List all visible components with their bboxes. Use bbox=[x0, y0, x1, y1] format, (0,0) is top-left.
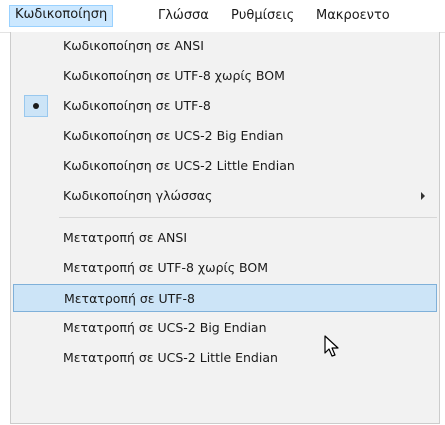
menu-settings[interactable]: Ρυθμίσεις bbox=[226, 6, 299, 26]
menu-item-label: Κωδικοποίηση σε UCS-2 Little Endian bbox=[63, 158, 295, 173]
encoding-dropdown-menu: Κωδικοποίηση σε ANSI Κωδικοποίηση σε UTF… bbox=[10, 32, 440, 424]
mouse-pointer-icon bbox=[324, 335, 339, 357]
menu-item-encode-utf8-no-bom[interactable]: Κωδικοποίηση σε UTF-8 χωρίς BOM bbox=[11, 62, 439, 90]
menu-item-label: Κωδικοποίηση σε UTF-8 bbox=[63, 98, 211, 113]
menu-item-encode-ucs2-little-endian[interactable]: Κωδικοποίηση σε UCS-2 Little Endian bbox=[11, 152, 439, 180]
menu-item-label: Κωδικοποίηση γλώσσας bbox=[63, 188, 213, 203]
menu-item-convert-utf8-no-bom[interactable]: Μετατροπή σε UTF-8 χωρίς BOM bbox=[11, 254, 439, 282]
menu-item-label: Μετατροπή σε ANSI bbox=[63, 230, 188, 245]
menu-item-convert-utf8[interactable]: Μετατροπή σε UTF-8 bbox=[13, 284, 437, 312]
menu-encoding[interactable]: Κωδικοποίηση bbox=[9, 5, 114, 27]
menu-macro[interactable]: Μακροεντο bbox=[311, 6, 395, 26]
menu-item-label: Μετατροπή σε UCS-2 Little Endian bbox=[63, 350, 278, 365]
menu-item-label: Μετατροπή σε UTF-8 χωρίς BOM bbox=[63, 260, 269, 275]
menu-item-label: Κωδικοποίηση σε ANSI bbox=[63, 38, 204, 53]
menu-language[interactable]: Γλώσσα bbox=[153, 6, 214, 26]
menu-item-character-sets[interactable]: Κωδικοποίηση γλώσσας bbox=[11, 182, 439, 210]
menu-bar: Κωδικοποίηση Γλώσσα Ρυθμίσεις Μακροεντο bbox=[0, 0, 445, 33]
menu-item-encode-ucs2-big-endian[interactable]: Κωδικοποίηση σε UCS-2 Big Endian bbox=[11, 122, 439, 150]
menu-item-label: Κωδικοποίηση σε UTF-8 χωρίς BOM bbox=[63, 68, 285, 83]
menu-item-convert-ucs2-big-endian[interactable]: Μετατροπή σε UCS-2 Big Endian bbox=[11, 314, 439, 342]
menu-item-convert-ansi[interactable]: Μετατροπή σε ANSI bbox=[11, 224, 439, 252]
menu-item-label: Μετατροπή σε UTF-8 bbox=[64, 291, 195, 306]
menu-item-encode-ansi[interactable]: Κωδικοποίηση σε ANSI bbox=[11, 32, 439, 60]
submenu-arrow-icon bbox=[421, 192, 425, 200]
menu-item-convert-ucs2-little-endian[interactable]: Μετατροπή σε UCS-2 Little Endian bbox=[11, 344, 439, 372]
menu-separator bbox=[59, 217, 437, 218]
menu-item-label: Κωδικοποίηση σε UCS-2 Big Endian bbox=[63, 128, 284, 143]
menu-item-encode-utf8[interactable]: Κωδικοποίηση σε UTF-8 bbox=[11, 92, 439, 120]
radio-bullet-icon bbox=[33, 103, 39, 109]
menu-item-label: Μετατροπή σε UCS-2 Big Endian bbox=[63, 320, 267, 335]
